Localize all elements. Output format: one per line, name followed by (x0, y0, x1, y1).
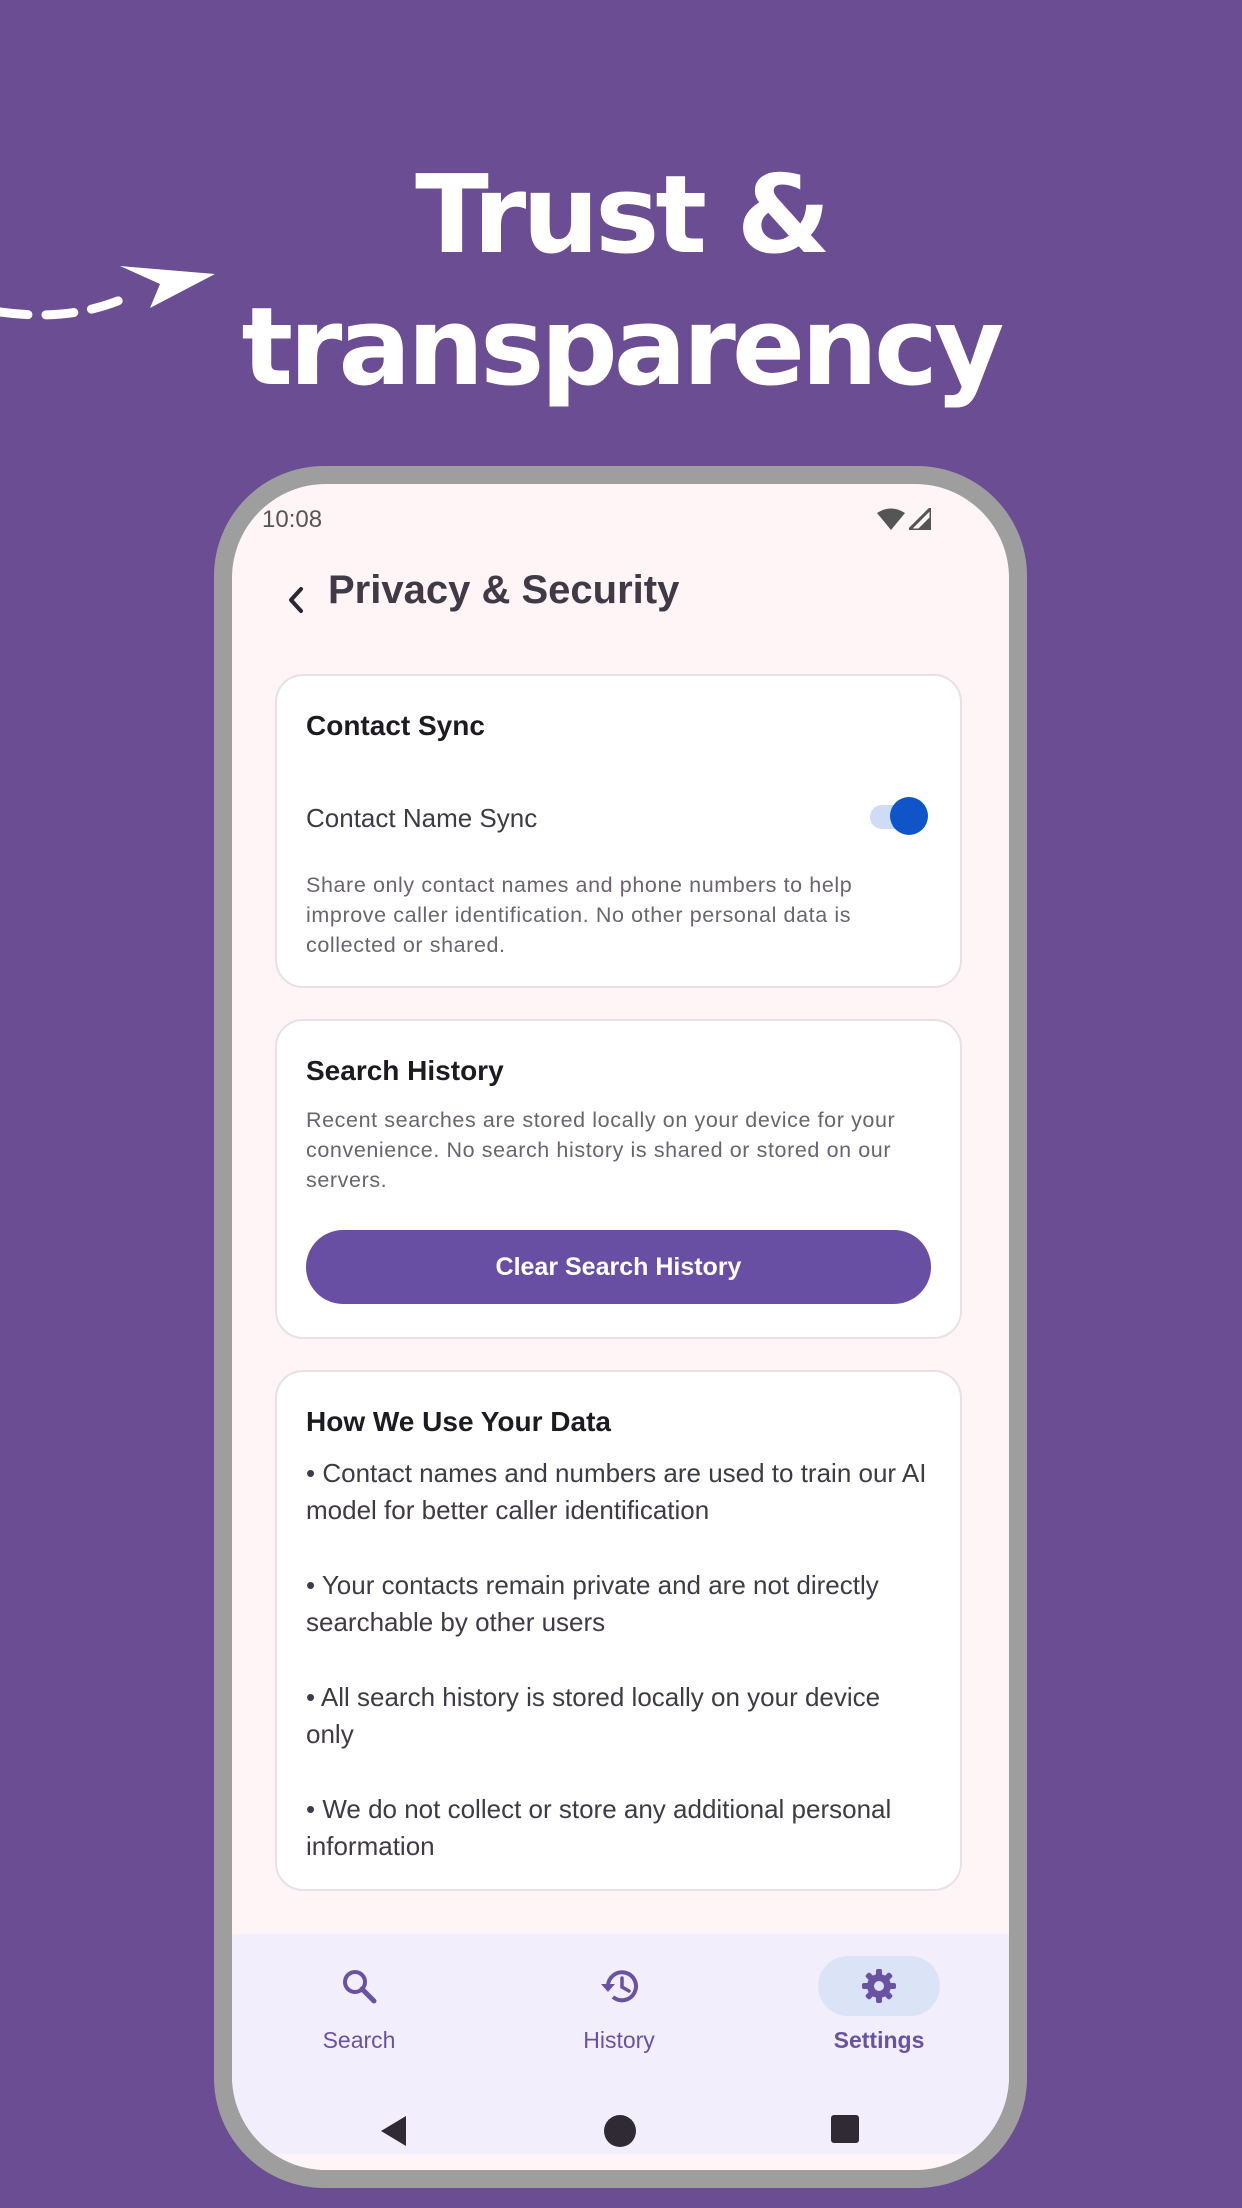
search-history-description: Recent searches are stored locally on yo… (306, 1108, 896, 1192)
data-usage-card: How We Use Your Data • Contact names and… (275, 1370, 962, 1891)
recents-square-icon (831, 2115, 859, 2143)
gear-icon (862, 1969, 896, 2003)
toggle-thumb (890, 797, 928, 835)
nav-item-search[interactable]: Search (259, 1956, 459, 2054)
signal-icon (905, 504, 933, 532)
nav-item-settings[interactable]: Settings (779, 1956, 979, 2054)
back-button[interactable] (272, 576, 320, 624)
contact-sync-card: Contact Sync Contact Name Sync Share onl… (275, 674, 962, 988)
nav-label-search: Search (322, 2027, 396, 2053)
history-icon (601, 1970, 638, 2003)
page-title: Privacy & Security (328, 568, 680, 612)
back-triangle-icon (381, 2116, 406, 2146)
system-home-button[interactable] (603, 2114, 637, 2153)
search-history-title: Search History (306, 1055, 504, 1086)
data-usage-title: How We Use Your Data (306, 1406, 611, 1437)
contact-name-sync-toggle[interactable] (870, 797, 928, 835)
chevron-left-icon (289, 587, 303, 613)
nav-item-history[interactable]: History (519, 1956, 719, 2054)
wifi-icon (876, 508, 905, 530)
contact-name-sync-label: Contact Name Sync (306, 803, 538, 833)
nav-icon-container-active (818, 1956, 940, 2016)
phone-screen: 10:08 Privacy & Security Contact Sync Co… (232, 484, 1009, 2170)
data-usage-bullet: • We do not collect or store any additio… (306, 1794, 892, 1861)
phone-frame: 10:08 Privacy & Security Contact Sync Co… (214, 466, 1027, 2188)
nav-label-settings: Settings (833, 2027, 925, 2053)
search-history-card: Search History Recent searches are store… (275, 1019, 962, 1339)
search-icon (343, 1970, 377, 2004)
clear-search-history-button[interactable]: Clear Search History (306, 1230, 931, 1304)
contact-sync-title: Contact Sync (306, 710, 485, 741)
nav-icon-container (558, 1956, 680, 2016)
contact-sync-description: Share only contact names and phone numbe… (306, 873, 853, 957)
bottom-navigation: Search History Settings (232, 1934, 1009, 2154)
system-recents-button[interactable] (830, 2114, 860, 2149)
system-back-button[interactable] (378, 2114, 408, 2153)
data-usage-bullet: • Contact names and numbers are used to … (306, 1458, 927, 1525)
data-usage-bullet: • All search history is stored locally o… (306, 1682, 881, 1749)
nav-label-history: History (583, 2027, 655, 2053)
data-usage-bullet: • Your contacts remain private and are n… (306, 1570, 879, 1637)
status-time: 10:08 (262, 506, 323, 533)
home-circle-icon (604, 2115, 636, 2147)
nav-icon-container (298, 1956, 420, 2016)
dashed-arrow-icon (0, 266, 215, 320)
status-icons (876, 504, 933, 532)
